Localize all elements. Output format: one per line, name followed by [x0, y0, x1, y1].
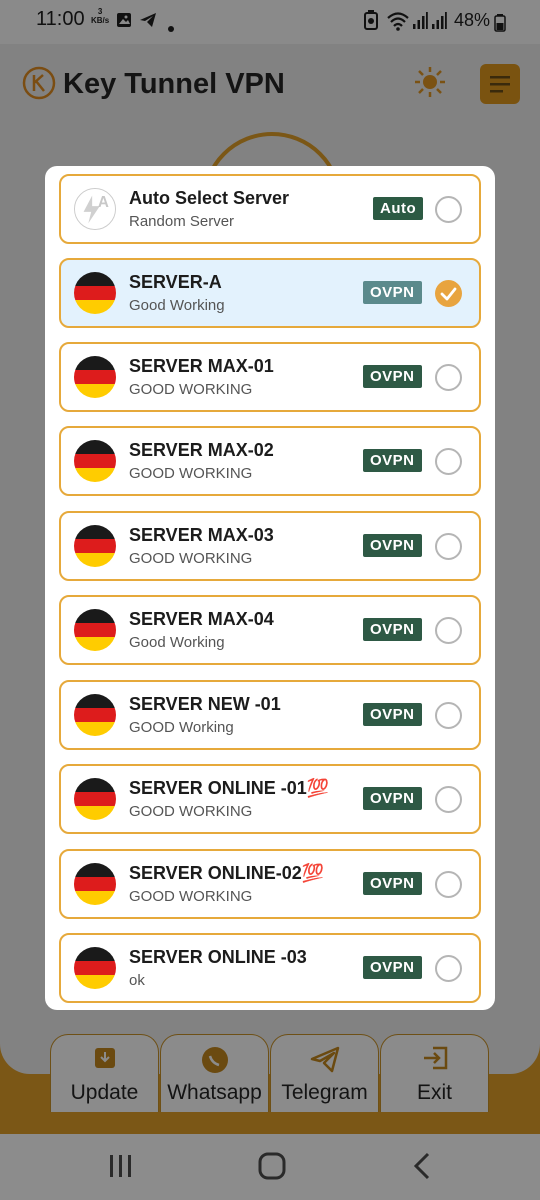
protocol-badge: OVPN [363, 449, 422, 472]
theme-toggle-icon[interactable] [414, 66, 446, 98]
server-title: SERVER ONLINE-02💯 [129, 863, 325, 883]
server-title: SERVER MAX-02 [129, 440, 274, 460]
server-select-dialog: A Auto Select Server Random Server Auto … [45, 166, 495, 1010]
server-row-selected[interactable]: SERVER-A Good Working OVPN [59, 258, 481, 328]
status-bar: 11:00 3 KB/s 48% [0, 0, 540, 44]
server-subtitle: GOOD WORKING [129, 888, 253, 905]
server-subtitle: GOOD WORKING [129, 465, 253, 482]
server-row[interactable]: SERVER ONLINE -01💯 GOOD WORKING OVPN [59, 764, 481, 834]
server-title: SERVER-A [129, 272, 222, 292]
radio-button[interactable] [435, 617, 462, 644]
whatsapp-icon [201, 1047, 228, 1073]
radio-button[interactable] [435, 364, 462, 391]
server-subtitle: GOOD WORKING [129, 550, 253, 567]
svg-text:A: A [98, 194, 109, 211]
server-row[interactable]: SERVER ONLINE-02💯 GOOD WORKING OVPN [59, 849, 481, 919]
server-subtitle: Random Server [129, 213, 235, 230]
app-title: Key Tunnel VPN [63, 68, 285, 100]
system-nav-bar [0, 1134, 540, 1200]
auto-select-icon: A [74, 188, 116, 230]
germany-flag-icon [74, 694, 116, 736]
app-logo-icon [22, 66, 56, 100]
radio-button[interactable] [435, 196, 462, 223]
server-subtitle: ok [129, 972, 145, 989]
server-subtitle: Good Working [129, 634, 225, 651]
home-icon[interactable] [258, 1152, 286, 1180]
radio-button[interactable] [435, 448, 462, 475]
server-row[interactable]: SERVER MAX-03 GOOD WORKING OVPN [59, 511, 481, 581]
server-subtitle: GOOD WORKING [129, 803, 253, 820]
tab-label: Update [70, 1081, 139, 1104]
tab-label: Exit [416, 1081, 452, 1104]
server-title: SERVER MAX-03 [129, 525, 274, 545]
signal-2-icon [432, 12, 447, 29]
germany-flag-icon [74, 356, 116, 398]
status-time: 11:00 [36, 8, 85, 30]
server-subtitle: GOOD Working [129, 719, 234, 736]
radio-button[interactable] [435, 786, 462, 813]
tab-label: Whatsapp [167, 1081, 262, 1104]
server-title: Auto Select Server [129, 188, 290, 208]
radio-button[interactable] [435, 533, 462, 560]
radio-button[interactable] [435, 702, 462, 729]
network-speed: 3 KB/s [91, 7, 109, 25]
protocol-badge: OVPN [363, 956, 422, 979]
network-speed-unit: KB/s [91, 16, 110, 25]
telegram-icon [310, 1046, 339, 1073]
check-icon [440, 287, 457, 301]
menu-button[interactable] [480, 64, 520, 104]
server-title: SERVER ONLINE -03 [129, 947, 307, 967]
wifi-icon [387, 12, 409, 31]
server-row[interactable]: SERVER MAX-04 Good Working OVPN [59, 595, 481, 665]
recent-apps-icon[interactable] [108, 1154, 134, 1178]
server-row-auto[interactable]: A Auto Select Server Random Server Auto [59, 174, 481, 244]
radio-button[interactable] [435, 871, 462, 898]
server-row[interactable]: SERVER ONLINE -03 ok OVPN [59, 933, 481, 1003]
battery-icon [494, 14, 506, 32]
tab-update[interactable]: Update [50, 1034, 159, 1112]
menu-icon [490, 76, 510, 93]
protocol-badge: OVPN [363, 703, 422, 726]
telegram-status-icon [140, 13, 156, 27]
notification-dot-icon [168, 26, 174, 32]
germany-flag-icon [74, 778, 116, 820]
protocol-badge: OVPN [363, 787, 422, 810]
back-icon[interactable] [412, 1152, 432, 1180]
tab-exit[interactable]: Exit [380, 1034, 489, 1112]
bottom-tabs: Update Whatsapp Telegram Exit [50, 1034, 490, 1112]
server-row[interactable]: SERVER MAX-02 GOOD WORKING OVPN [59, 426, 481, 496]
germany-flag-icon [74, 947, 116, 989]
server-title: SERVER MAX-01 [129, 356, 274, 376]
radio-button-checked[interactable] [435, 280, 462, 307]
server-subtitle: GOOD WORKING [129, 381, 253, 398]
protocol-badge: OVPN [363, 618, 422, 641]
server-title: SERVER ONLINE -01💯 [129, 778, 330, 798]
germany-flag-icon [74, 609, 116, 651]
server-title: SERVER MAX-04 [129, 609, 274, 629]
germany-flag-icon [74, 272, 116, 314]
germany-flag-icon [74, 863, 116, 905]
protocol-badge: OVPN [363, 534, 422, 557]
server-title: SERVER NEW -01 [129, 694, 281, 714]
germany-flag-icon [74, 525, 116, 567]
download-icon [94, 1048, 115, 1068]
tab-label: Telegram [281, 1081, 368, 1104]
server-row[interactable]: SERVER MAX-01 GOOD WORKING OVPN [59, 342, 481, 412]
gallery-icon [117, 13, 131, 27]
protocol-badge: OVPN [363, 872, 422, 895]
server-subtitle: Good Working [129, 297, 225, 314]
tab-whatsapp[interactable]: Whatsapp [160, 1034, 269, 1112]
tab-telegram[interactable]: Telegram [270, 1034, 379, 1112]
exit-icon [423, 1046, 447, 1070]
protocol-badge: OVPN [363, 281, 422, 304]
germany-flag-icon [74, 440, 116, 482]
protocol-badge: OVPN [363, 365, 422, 388]
server-row[interactable]: SERVER NEW -01 GOOD Working OVPN [59, 680, 481, 750]
network-speed-value: 3 [97, 7, 103, 16]
radio-button[interactable] [435, 955, 462, 982]
protocol-badge: Auto [373, 197, 424, 220]
battery-percent: 48% [454, 10, 491, 30]
battery-saver-icon [364, 10, 378, 30]
signal-icon [413, 12, 428, 29]
